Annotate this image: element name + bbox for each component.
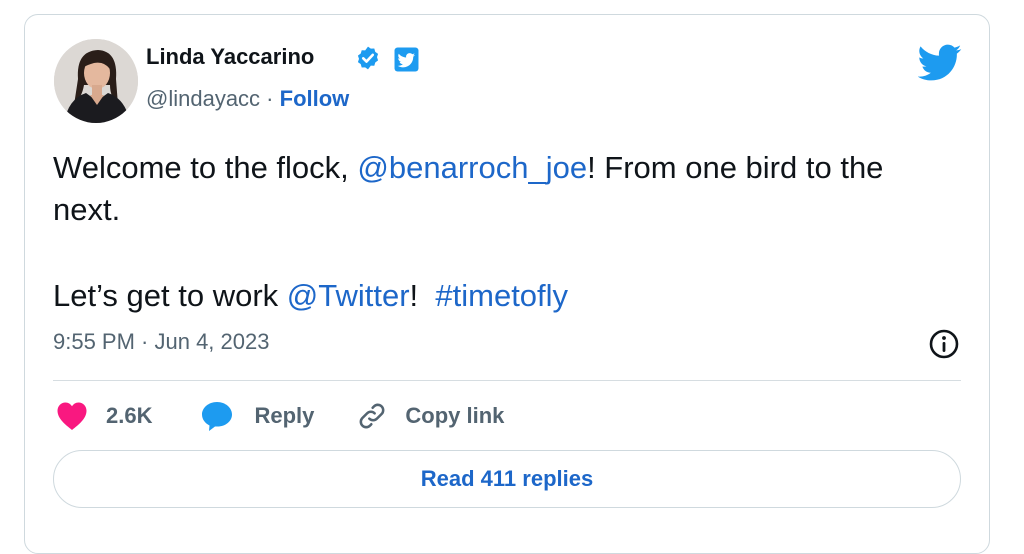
like-count: 2.6K xyxy=(106,403,153,428)
link-icon xyxy=(359,403,385,429)
divider xyxy=(53,380,961,381)
copy-link-button[interactable]: Copy link xyxy=(356,400,504,432)
profile-photo xyxy=(54,39,138,123)
author-handle[interactable]: @lindayacc xyxy=(146,86,260,111)
read-replies-button[interactable]: Read 411 replies xyxy=(53,450,961,508)
twitter-affiliate-badge-icon xyxy=(394,47,419,72)
mention-link[interactable]: @Twitter xyxy=(287,278,410,313)
avatar[interactable] xyxy=(54,39,138,123)
tweet-text-segment: ! xyxy=(409,278,436,313)
action-bar: 2.6K Reply Copy link xyxy=(53,399,504,433)
info-icon[interactable] xyxy=(928,328,960,360)
handle-line: @lindayacc · Follow xyxy=(146,86,349,112)
reply-label: Reply xyxy=(254,403,315,428)
follow-link[interactable]: Follow xyxy=(280,86,350,111)
handle-separator: · xyxy=(260,86,280,111)
tweet-text: Welcome to the flock, @benarroch_joe! Fr… xyxy=(53,147,953,317)
tweet-text-segment: Welcome to the flock, xyxy=(53,150,358,185)
twitter-bird-icon[interactable] xyxy=(918,44,962,82)
tweet-card: Linda Yaccarino @lindayacc · Follow Welc… xyxy=(24,14,990,554)
heart-icon xyxy=(57,402,87,430)
tweet-text-segment: Let’s get to work xyxy=(53,278,287,313)
verified-badge-icon xyxy=(357,46,379,70)
copy-link-label: Copy link xyxy=(405,403,505,428)
like-button[interactable]: 2.6K xyxy=(56,401,152,431)
reply-button[interactable]: Reply xyxy=(200,400,314,432)
reply-bubble-icon xyxy=(202,402,233,431)
read-replies-label: Read 411 replies xyxy=(420,466,594,491)
author-name[interactable]: Linda Yaccarino xyxy=(146,44,314,70)
hashtag-link[interactable]: #timetofly xyxy=(435,278,568,313)
mention-link[interactable]: @benarroch_joe xyxy=(357,150,587,185)
tweet-paragraph-2: Let’s get to work @Twitter! #timetofly xyxy=(53,275,953,317)
tweet-timestamp[interactable]: 9:55 PM · Jun 4, 2023 xyxy=(53,329,269,355)
tweet-paragraph-1: Welcome to the flock, @benarroch_joe! Fr… xyxy=(53,147,953,231)
